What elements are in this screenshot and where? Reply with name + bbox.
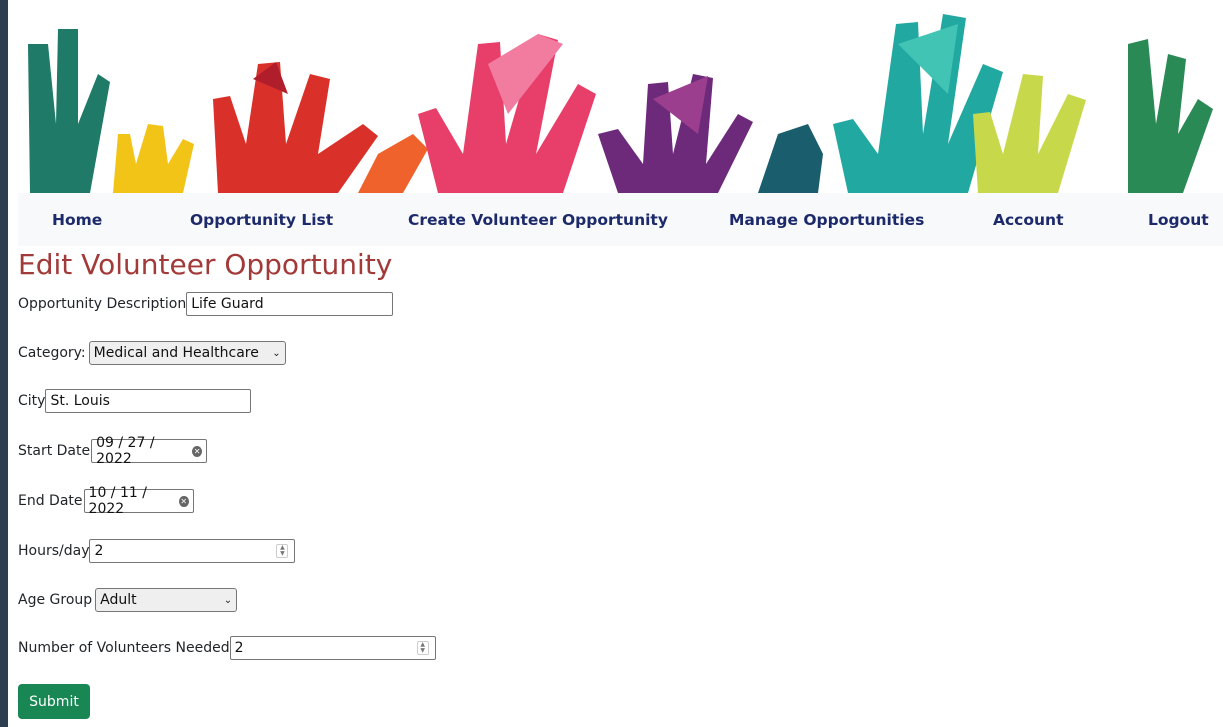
main-nav: Home Opportunity List Create Volunteer O… <box>18 193 1223 246</box>
volunteers-input[interactable]: 2 ▲ ▼ <box>229 636 436 660</box>
hours-input[interactable]: 2 ▲ ▼ <box>89 539 296 563</box>
red-hand <box>213 62 378 193</box>
end-date-input[interactable]: 10 / 11 / 2022 ✕ <box>83 485 194 517</box>
nav-account[interactable]: Account <box>993 211 1064 229</box>
spinner-icon[interactable]: ▲ ▼ <box>276 544 289 558</box>
spinner-icon[interactable]: ▲ ▼ <box>416 641 429 655</box>
description-label: Opportunity Description <box>18 296 187 312</box>
end-date-label: End Date <box>18 493 83 509</box>
start-date-value: 09 / 27 / 2022 <box>96 435 155 467</box>
city-row: City St. Louis <box>18 387 252 415</box>
category-row: Category: Medical and Healthcare ⌄ <box>18 339 286 367</box>
nav-logout[interactable]: Logout <box>1148 211 1209 229</box>
age-group-row: Age Group Adult ⌄ <box>18 586 238 614</box>
end-date-value: 10 / 11 / 2022 <box>88 485 147 517</box>
end-date-row: End Date 10 / 11 / 2022 ✕ <box>18 485 194 517</box>
hours-row: Hours/day 2 ▲ ▼ <box>18 537 296 565</box>
description-value: Life Guard <box>191 296 264 312</box>
green-hand-right <box>1128 39 1213 193</box>
volunteers-value: 2 <box>234 640 244 656</box>
hours-value: 2 <box>94 543 104 559</box>
category-value: Medical and Healthcare <box>93 345 259 361</box>
nav-home[interactable]: Home <box>52 211 102 229</box>
purple-hand <box>598 74 753 193</box>
description-input[interactable]: Life Guard <box>186 292 394 316</box>
volunteers-label: Number of Volunteers Needed <box>18 640 230 656</box>
dark-teal-hand <box>758 124 823 193</box>
chevron-down-icon: ⌄ <box>272 347 281 359</box>
teal-hand-left <box>28 29 110 193</box>
age-group-select[interactable]: Adult ⌄ <box>95 588 238 612</box>
start-date-row: Start Date 09 / 27 / 2022 ✕ <box>18 435 208 467</box>
hands-banner <box>18 4 1223 193</box>
start-date-input[interactable]: 09 / 27 / 2022 ✕ <box>91 435 208 467</box>
description-row: Opportunity Description Life Guard <box>18 290 394 318</box>
category-label: Category: <box>18 345 86 361</box>
chevron-down-icon: ⌄ <box>223 594 233 606</box>
hours-label: Hours/day <box>18 543 90 559</box>
city-input[interactable]: St. Louis <box>45 389 252 413</box>
age-group-value: Adult <box>100 592 137 608</box>
hands-illustration <box>28 14 1213 193</box>
yellow-hand <box>113 124 194 193</box>
page-title: Edit Volunteer Opportunity <box>18 248 393 281</box>
submit-button[interactable]: Submit <box>18 684 90 719</box>
nav-create-volunteer-opportunity[interactable]: Create Volunteer Opportunity <box>408 211 668 229</box>
category-select[interactable]: Medical and Healthcare ⌄ <box>88 341 286 365</box>
age-group-label: Age Group <box>18 592 93 608</box>
nav-manage-opportunities[interactable]: Manage Opportunities <box>729 211 924 229</box>
city-value: St. Louis <box>50 393 110 409</box>
pink-hand <box>418 34 596 193</box>
volunteers-row: Number of Volunteers Needed 2 ▲ ▼ <box>18 634 436 662</box>
start-date-label: Start Date <box>18 443 91 459</box>
clear-icon[interactable]: ✕ <box>178 495 189 507</box>
nav-opportunity-list[interactable]: Opportunity List <box>190 211 333 229</box>
clear-icon[interactable]: ✕ <box>191 445 203 457</box>
city-label: City <box>18 393 46 409</box>
